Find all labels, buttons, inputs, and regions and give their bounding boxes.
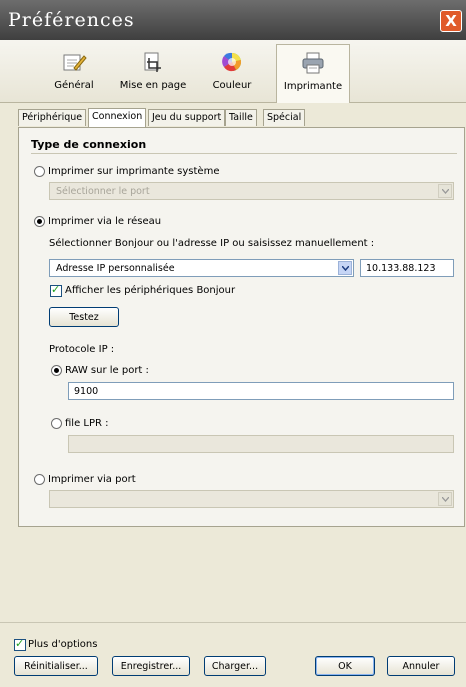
chevron-down-icon: [438, 184, 452, 198]
address-type-value: Adresse IP personnalisée: [56, 263, 175, 274]
load-button[interactable]: Charger...: [204, 656, 266, 676]
system-printer-radio[interactable]: [34, 166, 45, 177]
reset-button[interactable]: Réinitialiser...: [14, 656, 98, 676]
port-select: [49, 490, 454, 508]
toolbar-printer-label: Imprimante: [283, 81, 343, 92]
toolbar-color-button[interactable]: Couleur: [196, 44, 268, 100]
title-bar: Préférences X: [0, 0, 466, 40]
system-printer-label: Imprimer sur imprimante système: [48, 166, 220, 177]
printer-icon: [299, 51, 327, 75]
protocol-label: Protocole IP :: [49, 344, 115, 355]
address-type-select[interactable]: Adresse IP personnalisée: [49, 259, 354, 277]
close-button[interactable]: X: [440, 10, 462, 32]
tab-peripheral[interactable]: Périphérique: [18, 109, 87, 126]
show-bonjour-label: Afficher les périphériques Bonjour: [65, 285, 236, 296]
window-title: Préférences: [8, 9, 135, 31]
connection-panel: Type de connexion Imprimer sur imprimant…: [18, 127, 465, 527]
tab-size[interactable]: Taille: [225, 109, 257, 126]
raw-port-input[interactable]: 9100: [68, 382, 454, 400]
toolbar-layout-button[interactable]: Mise en page: [117, 44, 189, 100]
section-divider: [31, 153, 457, 154]
more-options-label: Plus d'options: [28, 639, 98, 650]
system-port-placeholder: Sélectionner le port: [56, 186, 150, 197]
color-wheel-icon: [218, 50, 246, 74]
network-radio[interactable]: [34, 216, 45, 227]
toolbar-layout-label: Mise en page: [119, 80, 187, 91]
tab-special[interactable]: Spécial: [263, 109, 306, 126]
toolbar-general-button[interactable]: Général: [38, 44, 110, 100]
chevron-down-icon: [438, 492, 452, 506]
test-button[interactable]: Testez: [49, 307, 119, 327]
tab-connection[interactable]: Connexion: [88, 108, 147, 127]
raw-port-radio[interactable]: [51, 365, 62, 376]
network-instruction: Sélectionner Bonjour ou l'adresse IP ou …: [49, 238, 375, 249]
lpr-input: [68, 435, 454, 453]
lpr-radio[interactable]: [51, 418, 62, 429]
toolbar-color-label: Couleur: [212, 80, 252, 91]
ok-button[interactable]: OK: [315, 656, 375, 676]
toolbar-general-label: Général: [54, 80, 94, 91]
category-toolbar: Général Mise en page Couleur Imprimante: [0, 40, 466, 103]
port-radio[interactable]: [34, 474, 45, 485]
cancel-button[interactable]: Annuler: [387, 656, 455, 676]
pencil-notepad-icon: [60, 50, 88, 74]
tab-media-set[interactable]: Jeu du support: [148, 109, 226, 126]
lpr-label: file LPR :: [65, 418, 109, 429]
show-bonjour-checkbox[interactable]: [50, 283, 62, 297]
crop-icon: [139, 50, 167, 74]
port-label: Imprimer via port: [48, 474, 136, 485]
raw-port-label: RAW sur le port :: [65, 365, 149, 376]
save-button[interactable]: Enregistrer...: [112, 656, 190, 676]
chevron-down-icon: [338, 261, 352, 275]
section-heading: Type de connexion: [31, 138, 147, 151]
system-port-select: Sélectionner le port: [49, 182, 454, 200]
ip-address-input[interactable]: 10.133.88.123: [360, 259, 454, 277]
footer-divider: [0, 622, 466, 623]
more-options-checkbox[interactable]: [14, 637, 26, 651]
toolbar-printer-button[interactable]: Imprimante: [276, 44, 350, 103]
network-label: Imprimer via le réseau: [48, 216, 162, 227]
